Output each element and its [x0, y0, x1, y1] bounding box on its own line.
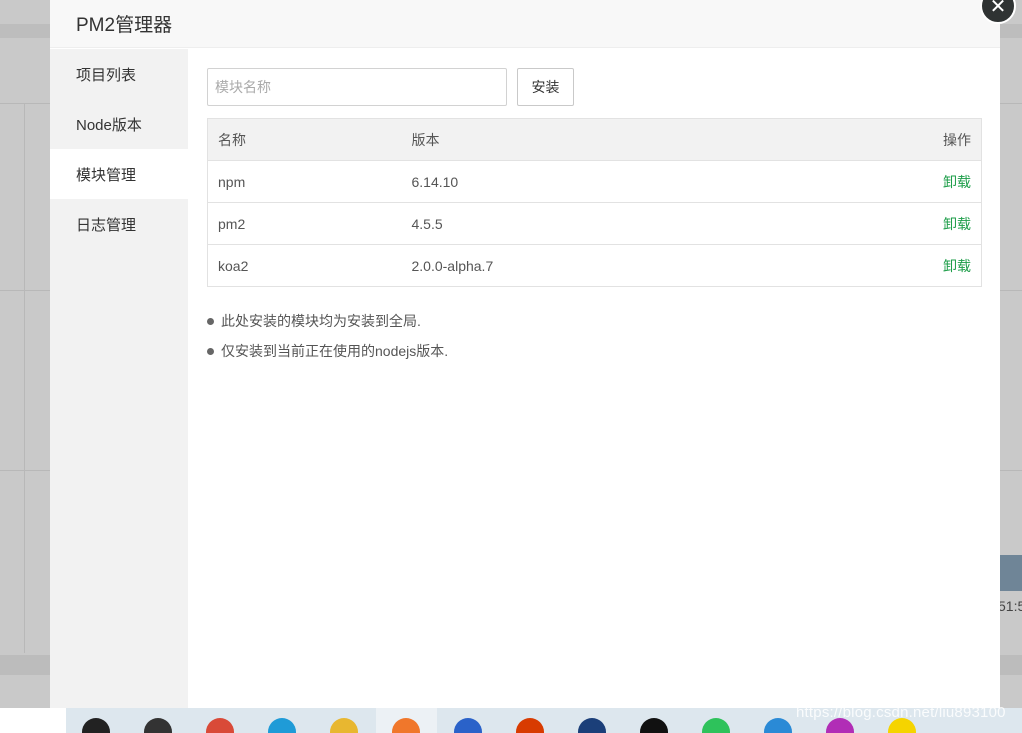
bullet-icon	[207, 348, 214, 355]
sidebar-item-label: 日志管理	[76, 216, 137, 234]
task-view-icon[interactable]	[144, 718, 172, 733]
module-name-cell: pm2	[218, 215, 246, 232]
module-version-cell: 2.0.0-alpha.7	[411, 257, 494, 274]
table-row: npm 6.14.10 卸载	[207, 160, 982, 203]
dialog-header: PM2管理器	[50, 0, 1000, 48]
app-blue-icon[interactable]	[454, 718, 482, 733]
dialog-title: PM2管理器	[76, 15, 173, 36]
edge-icon[interactable]	[268, 718, 296, 733]
table-header-row: 名称 版本 操作	[207, 118, 982, 161]
note-text: 仅安装到当前正在使用的nodejs版本.	[221, 343, 449, 359]
background-tick-label: 51:5	[998, 598, 1022, 614]
module-table: 名称 版本 操作 npm 6.14.10 卸载 pm2 4.5.5 卸载 koa…	[207, 118, 982, 287]
office-icon[interactable]	[516, 718, 544, 733]
module-version-cell: 6.14.10	[411, 173, 459, 190]
uninstall-link[interactable]: 卸载	[943, 216, 971, 232]
list-item: 此处安装的模块均为安装到全局.	[207, 313, 982, 343]
module-name-input[interactable]	[207, 68, 507, 106]
module-version-cell: 4.5.5	[411, 215, 443, 232]
sidebar-item-label: Node版本	[76, 116, 142, 134]
column-header-version: 版本	[411, 131, 440, 148]
sidebar-item-label: 模块管理	[76, 166, 137, 184]
column-header-name: 名称	[218, 131, 246, 148]
sidebar: 项目列表 Node版本 模块管理 日志管理	[50, 49, 188, 708]
taskbar-blank-area	[0, 708, 66, 733]
table-row: pm2 4.5.5 卸载	[207, 202, 982, 245]
module-management-panel: 安装 名称 版本 操作 npm 6.14.10 卸载 pm2 4.5.5	[207, 68, 982, 373]
module-name-cell: koa2	[218, 257, 249, 274]
sidebar-item-label: 项目列表	[76, 66, 137, 84]
list-item: 仅安装到当前正在使用的nodejs版本.	[207, 343, 982, 373]
close-icon: ✕	[989, 0, 1007, 18]
background-divider	[24, 103, 25, 653]
file-explorer-icon[interactable]	[330, 718, 358, 733]
column-header-action: 操作	[943, 131, 971, 148]
chrome-icon[interactable]	[206, 718, 234, 733]
uninstall-link[interactable]: 卸载	[943, 174, 971, 190]
photoshop-icon[interactable]	[578, 718, 606, 733]
qq-icon[interactable]	[640, 718, 668, 733]
sidebar-item-log-management[interactable]: 日志管理	[50, 199, 188, 249]
pm2-manager-dialog: PM2管理器 项目列表 Node版本 模块管理 日志管理 安装 名称 版本 操作	[50, 0, 1000, 708]
background-chart-area	[1000, 555, 1022, 591]
uninstall-link[interactable]: 卸载	[943, 258, 971, 274]
notes-list: 此处安装的模块均为安装到全局. 仅安装到当前正在使用的nodejs版本.	[207, 313, 982, 373]
watermark-text: https://blog.csdn.net/liu893100	[796, 704, 1006, 721]
bullet-icon	[207, 318, 214, 325]
note-text: 此处安装的模块均为安装到全局.	[221, 313, 421, 329]
vscode-icon[interactable]	[764, 718, 792, 733]
module-install-row: 安装	[207, 68, 982, 106]
sidebar-item-module-management[interactable]: 模块管理	[50, 149, 188, 199]
install-button[interactable]: 安装	[517, 68, 574, 106]
sidebar-item-node-version[interactable]: Node版本	[50, 99, 188, 149]
module-name-cell: npm	[218, 173, 246, 190]
wechat-icon[interactable]	[702, 718, 730, 733]
sidebar-item-project-list[interactable]: 项目列表	[50, 49, 188, 99]
table-row: koa2 2.0.0-alpha.7 卸载	[207, 244, 982, 287]
search-icon[interactable]	[82, 718, 110, 733]
